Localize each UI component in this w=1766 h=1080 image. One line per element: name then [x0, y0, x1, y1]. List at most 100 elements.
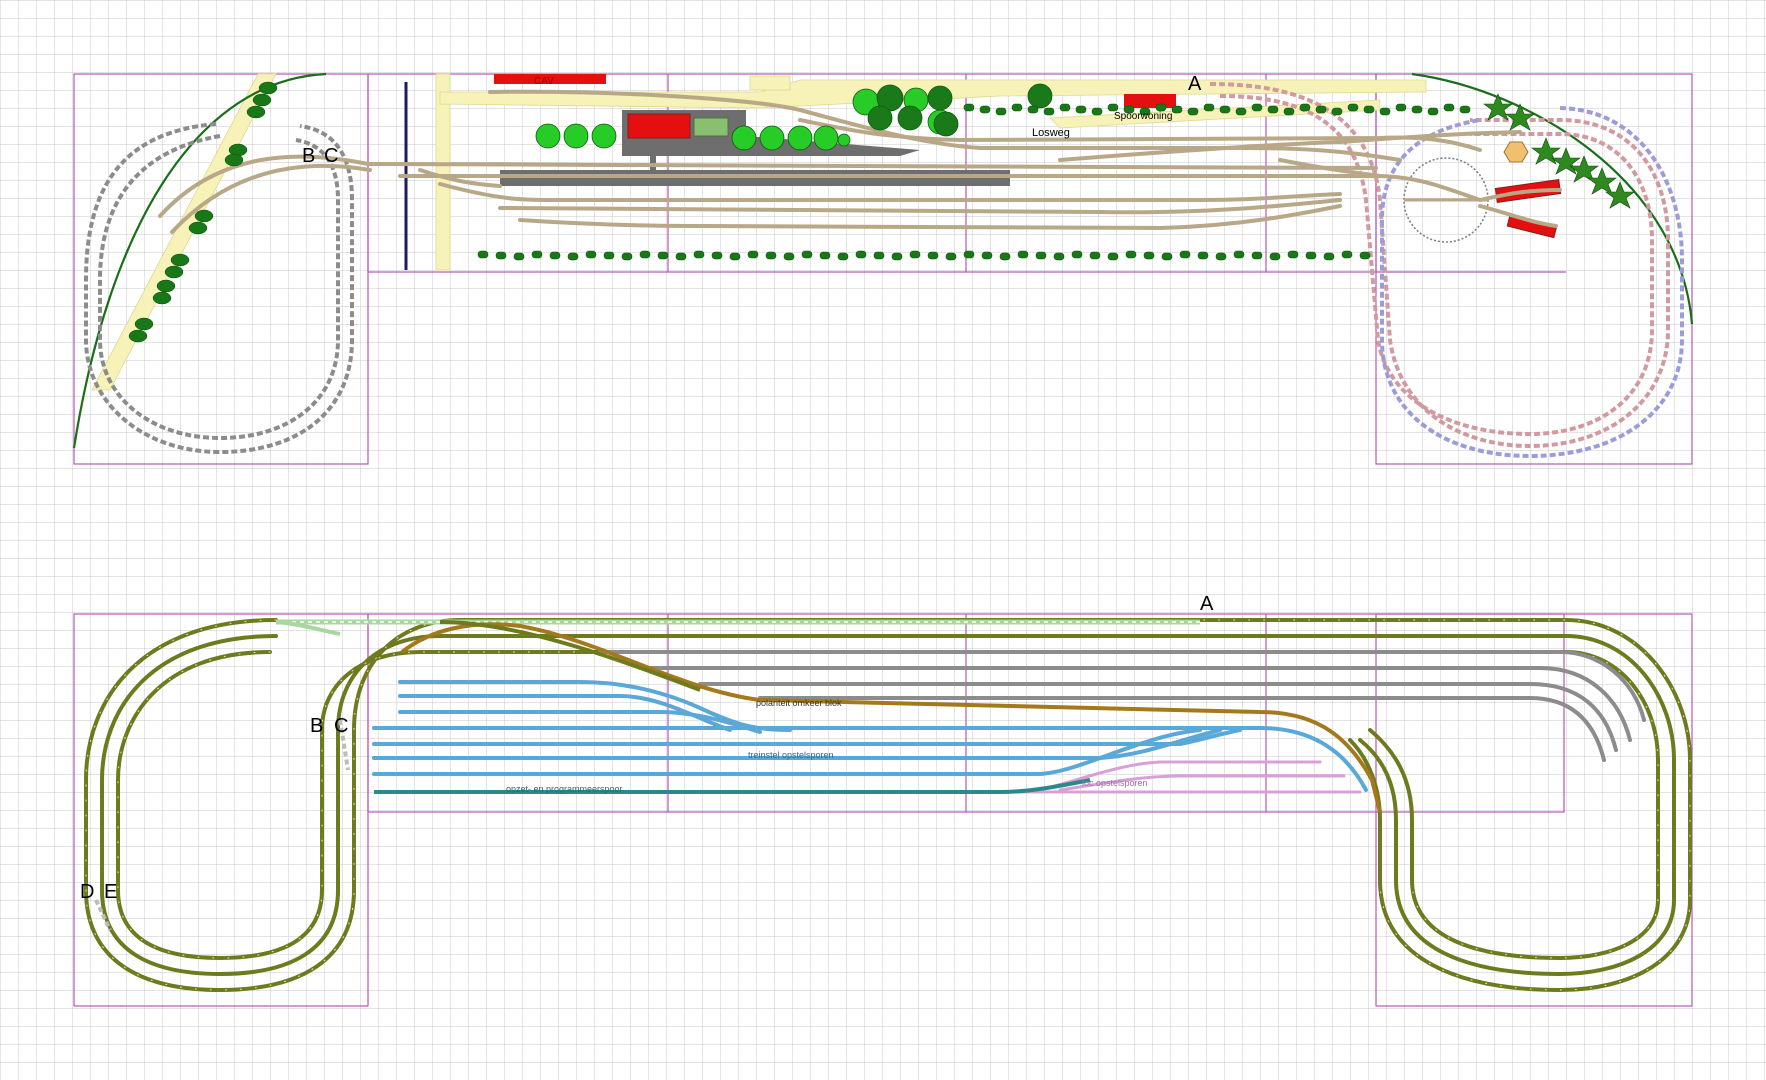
hedge-block: [1161, 252, 1173, 261]
hedge-block: [1427, 107, 1439, 116]
hedge-block: [891, 252, 903, 261]
hedge-block: [531, 250, 543, 259]
bush: [128, 329, 148, 343]
hedge-block: [1411, 105, 1423, 114]
hedge-block: [837, 252, 849, 261]
hedge-block: [1395, 103, 1407, 112]
upper-road-strip: [749, 75, 791, 91]
hedge-block: [1287, 250, 1299, 259]
bush: [152, 291, 172, 305]
hedge-block: [1251, 251, 1263, 260]
hedge-block: [1043, 107, 1055, 116]
hedge-block: [1235, 107, 1247, 116]
hedge-block: [783, 252, 795, 261]
hedge-block: [1443, 103, 1455, 112]
tree: [897, 105, 923, 131]
house-label: Spoorwoning: [1114, 111, 1172, 122]
upper-marker-c: C: [324, 145, 338, 167]
tree: [867, 105, 893, 131]
hedge-block: [1187, 107, 1199, 116]
hedge-block: [1155, 103, 1167, 112]
hedge-block: [621, 252, 633, 261]
hedge-block: [945, 252, 957, 261]
hedge-block: [639, 250, 651, 259]
hedge-block: [1075, 105, 1087, 114]
hedge-block: [1459, 105, 1471, 114]
hedge-block: [1053, 252, 1065, 261]
hedge-block: [549, 251, 561, 260]
hedge-block: [1331, 107, 1343, 116]
tree: [813, 125, 839, 151]
hedge-block: [765, 251, 777, 260]
hedge-block: [873, 251, 885, 260]
tree: [759, 125, 785, 151]
hedge-block: [801, 250, 813, 259]
hedge-block: [1215, 252, 1227, 261]
hedge-block: [963, 250, 975, 259]
hedge-block: [927, 251, 939, 260]
hedge-block: [1027, 105, 1039, 114]
hedge-block: [675, 252, 687, 261]
programming-track-label: opzet- en programmeerspoor: [506, 784, 623, 794]
lower-marker-d: D: [80, 881, 94, 903]
tree: [787, 125, 813, 151]
hedge-block: [1269, 252, 1281, 261]
background-grid: [0, 0, 1766, 1080]
hedge-block: [1219, 105, 1231, 114]
hedge-block: [1017, 250, 1029, 259]
station-annex: [693, 117, 729, 137]
hedge-block: [1315, 105, 1327, 114]
hedge-block: [585, 250, 597, 259]
bush: [224, 153, 244, 167]
hedge-block: [855, 250, 867, 259]
hedge-block: [1197, 251, 1209, 260]
hedge-block: [1059, 103, 1071, 112]
hedge-block: [1091, 107, 1103, 116]
hedge-block: [995, 107, 1007, 116]
bush: [194, 209, 214, 223]
bush: [258, 81, 278, 95]
tree: [563, 123, 589, 149]
hedge-block: [693, 250, 705, 259]
hedge-block: [513, 252, 525, 261]
hedge-block: [1323, 252, 1335, 261]
lower-marker-a: A: [1200, 593, 1214, 615]
hedge-block: [1379, 107, 1391, 116]
hedge-block: [1267, 105, 1279, 114]
hedge-block: [495, 251, 507, 260]
upper-marker-a: A: [1188, 73, 1202, 95]
bush: [252, 93, 272, 107]
hedge-block: [1305, 251, 1317, 260]
hedge-block: [1283, 107, 1295, 116]
station-building: [627, 113, 691, 139]
hedge-block: [1107, 252, 1119, 261]
bush: [134, 317, 154, 331]
hedge-block: [1125, 250, 1137, 259]
hedge-block: [1359, 251, 1371, 260]
hedge-block: [1341, 250, 1353, 259]
lower-marker-e: E: [104, 881, 117, 903]
hedge-block: [657, 251, 669, 260]
train-sidings-label: treinstel opstelsporen: [748, 750, 834, 760]
tree: [933, 111, 959, 137]
hedge-block: [1233, 250, 1245, 259]
upper-marker-b: B: [302, 145, 315, 167]
hedge-block: [603, 251, 615, 260]
hedge-block: [1299, 103, 1311, 112]
hedge-block: [1143, 251, 1155, 260]
hedge-block: [1251, 103, 1263, 112]
hedge-block: [567, 252, 579, 261]
hedge-block: [999, 252, 1011, 261]
hedge-block: [1107, 103, 1119, 112]
hedge-block: [1071, 250, 1083, 259]
tree: [591, 123, 617, 149]
hedge-block: [963, 103, 975, 112]
hedge-block: [1171, 105, 1183, 114]
hedge-block: [1203, 103, 1215, 112]
track-plan-canvas: A B C Losweg Spoorwoning CAV A B C D E p…: [0, 0, 1766, 1080]
hedge-block: [819, 251, 831, 260]
reverse-block-label: polariteit omkeer blok: [756, 698, 842, 708]
hedge-block: [729, 252, 741, 261]
lower-marker-c: C: [334, 715, 348, 737]
bush: [164, 265, 184, 279]
